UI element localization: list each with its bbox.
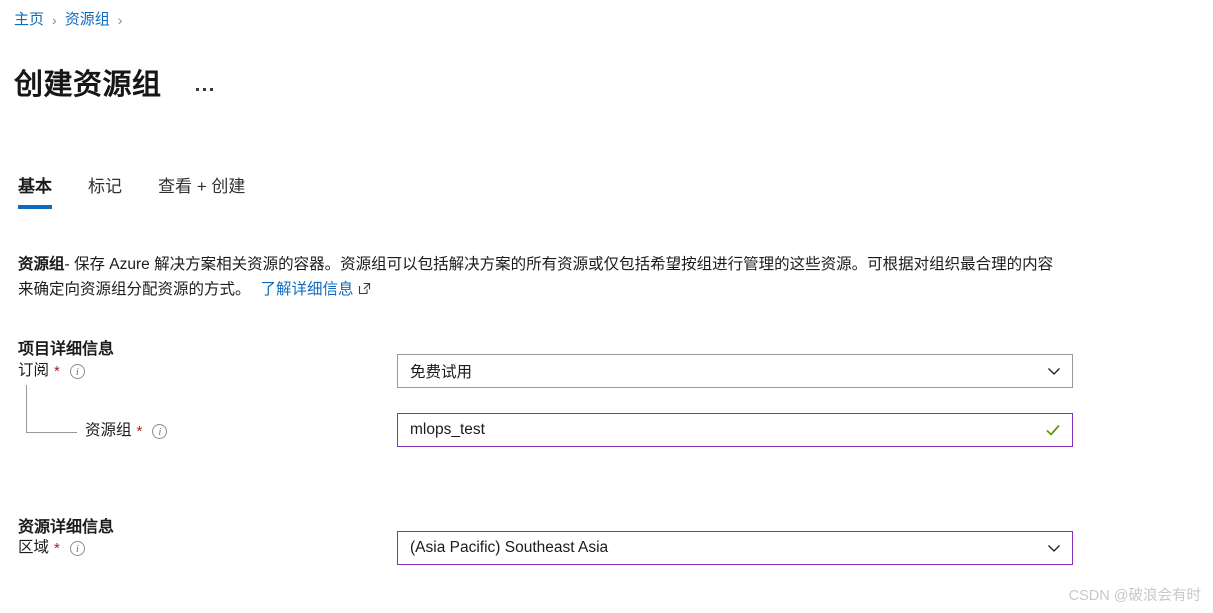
- tab-tags[interactable]: 标记: [88, 175, 122, 209]
- ellipsis-dot-1: [195, 87, 199, 91]
- section-heading-project-details: 项目详细信息: [18, 341, 115, 359]
- breadcrumb: 主页 › 资源组 ›: [14, 10, 130, 30]
- chevron-down-icon: [1046, 363, 1062, 379]
- page-header: 创建资源组: [14, 48, 217, 123]
- required-indicator: *: [54, 539, 60, 557]
- resource-group-description: 资源组- 保存 Azure 解决方案相关资源的容器。资源组可以包括解决方案的所有…: [18, 252, 1058, 303]
- subscription-dropdown[interactable]: 免费试用: [397, 354, 1073, 388]
- resource-group-value: mlops_test: [410, 421, 485, 438]
- info-icon[interactable]: i: [69, 540, 85, 556]
- learn-more-label: 了解详细信息: [260, 280, 354, 298]
- region-selected-value: (Asia Pacific) Southeast Asia: [410, 539, 609, 556]
- page-title: 创建资源组: [14, 69, 162, 102]
- subscription-label: 订阅 * i: [18, 360, 85, 382]
- ellipsis-dot-3: [209, 87, 213, 91]
- tab-review-create[interactable]: 查看 + 创建: [158, 175, 245, 209]
- chevron-down-icon: [1046, 540, 1062, 556]
- ellipsis-dot-2: [202, 87, 206, 91]
- more-actions-icon[interactable]: [192, 82, 217, 97]
- section-heading-resource-details: 资源详细信息: [18, 519, 115, 537]
- region-label: 区域 * i: [18, 537, 85, 559]
- region-dropdown[interactable]: (Asia Pacific) Southeast Asia: [397, 531, 1073, 565]
- breadcrumb-separator-icon-2: ›: [117, 12, 123, 28]
- tree-connector-line: [26, 385, 77, 433]
- info-icon[interactable]: i: [69, 363, 85, 379]
- subscription-label-text: 订阅: [18, 362, 50, 379]
- valid-check-icon: [1044, 421, 1062, 439]
- watermark: CSDN @破浪会有时: [1068, 588, 1201, 604]
- description-body: - 保存 Azure 解决方案相关资源的容器。资源组可以包括解决方案的所有资源或…: [18, 255, 1054, 298]
- region-label-text: 区域: [18, 539, 50, 556]
- resource-group-input[interactable]: mlops_test: [397, 413, 1073, 447]
- breadcrumb-item-home[interactable]: 主页: [14, 10, 44, 30]
- required-indicator: *: [54, 362, 60, 380]
- resource-group-label-text: 资源组: [85, 422, 132, 439]
- external-link-icon: [358, 278, 371, 303]
- info-icon[interactable]: i: [152, 423, 168, 439]
- required-indicator: *: [136, 422, 143, 440]
- tab-basics[interactable]: 基本: [18, 175, 52, 209]
- subscription-selected-value: 免费试用: [410, 364, 473, 381]
- tab-list: 基本 标记 查看 + 创建: [18, 175, 281, 209]
- learn-more-link[interactable]: 了解详细信息: [261, 281, 371, 298]
- resource-group-label: 资源组 * i: [85, 420, 168, 442]
- description-lead: 资源组: [18, 255, 65, 273]
- breadcrumb-item-resource-groups[interactable]: 资源组: [65, 10, 110, 30]
- breadcrumb-separator-icon: ›: [52, 12, 57, 28]
